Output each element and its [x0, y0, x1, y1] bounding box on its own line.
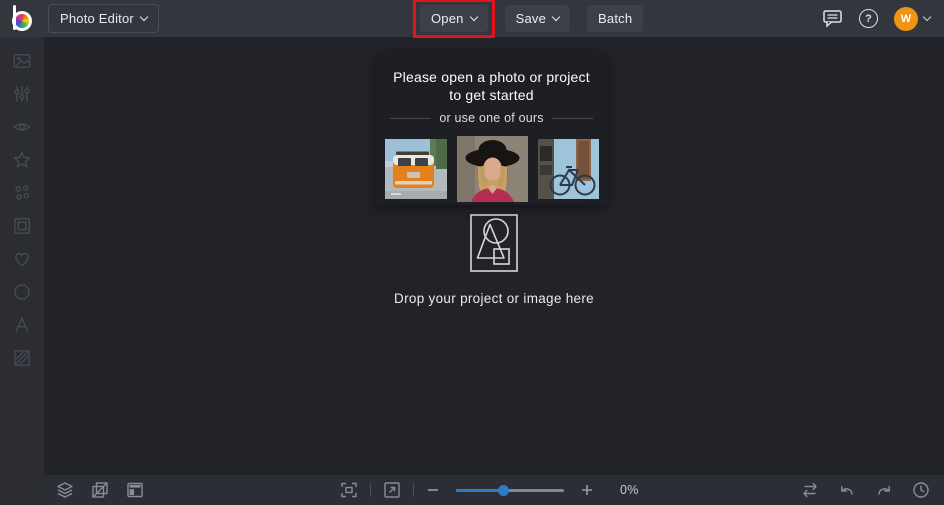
layout-template-icon[interactable]: [126, 481, 144, 499]
logo-color-wheel: [15, 14, 29, 28]
zoom-slider-thumb[interactable]: [498, 484, 510, 496]
sample-photos: [376, 136, 607, 202]
popup-divider: or use one of ours: [390, 111, 594, 125]
popup-title: Please open a photo or project to get st…: [393, 69, 590, 103]
drop-shapes-icon: [470, 214, 518, 272]
star-icon[interactable]: [12, 150, 32, 170]
get-started-popup: Please open a photo or project to get st…: [376, 47, 607, 205]
frame-icon[interactable]: [12, 216, 32, 236]
dropzone-label: Drop your project or image here: [394, 291, 594, 306]
layers-icon[interactable]: [56, 481, 74, 499]
topbar-right-actions: ? W: [822, 6, 944, 31]
save-button[interactable]: Save: [504, 5, 571, 32]
sample-photo-blue-bicycle[interactable]: [537, 139, 599, 199]
chevron-down-icon: [139, 12, 149, 22]
help-glyph: ?: [865, 12, 872, 25]
divider-line: [390, 117, 432, 119]
app-menu-label: Photo Editor: [60, 11, 134, 26]
top-toolbar: Photo Editor Open Save Batch ? W: [0, 0, 944, 38]
undo-icon[interactable]: [838, 481, 856, 499]
divider: [413, 483, 414, 497]
zoom-in-button[interactable]: [580, 483, 594, 497]
fit-to-screen-icon[interactable]: [340, 481, 358, 499]
chevron-down-icon: [469, 12, 478, 22]
topbar-center-actions: Open Save Batch: [413, 0, 644, 38]
adjust-sliders-icon[interactable]: [12, 84, 32, 104]
zoom-controls: 0%: [340, 481, 639, 499]
text-icon[interactable]: [12, 315, 32, 335]
zoom-slider-fill: [456, 489, 504, 492]
sample-photo-orange-van[interactable]: [384, 139, 447, 199]
popup-divider-label: or use one of ours: [439, 111, 544, 125]
left-tool-sidebar: [0, 37, 44, 505]
zoom-out-button[interactable]: [426, 483, 440, 497]
divider: [370, 483, 371, 497]
image-edit-icon[interactable]: [12, 51, 32, 71]
bottombar-left-tools: [44, 481, 144, 499]
chevron-down-icon: [922, 12, 932, 22]
texture-icon[interactable]: [12, 348, 32, 368]
save-button-label: Save: [515, 11, 547, 26]
avatar: W: [894, 6, 918, 31]
avatar-initial: W: [900, 12, 912, 25]
batch-button-label: Batch: [598, 11, 633, 26]
heart-icon[interactable]: [12, 249, 32, 269]
zoom-percent-label: 0%: [620, 483, 639, 497]
batch-button[interactable]: Batch: [587, 5, 644, 32]
sample-photo-portrait-woman[interactable]: [456, 136, 528, 202]
canvas-resize-icon[interactable]: [91, 481, 109, 499]
redo-icon[interactable]: [875, 481, 893, 499]
history-icon[interactable]: [912, 481, 930, 499]
chevron-down-icon: [551, 12, 561, 22]
bottom-toolbar: 0%: [44, 475, 944, 505]
compare-icon[interactable]: [801, 481, 819, 499]
bottombar-right-tools: [801, 481, 944, 499]
logo-stem: [13, 5, 16, 30]
artsy-dots-icon[interactable]: [12, 183, 32, 203]
app-menu-button[interactable]: Photo Editor: [48, 4, 159, 33]
open-button[interactable]: Open: [420, 5, 488, 32]
drop-target[interactable]: Drop your project or image here: [44, 214, 944, 306]
eye-icon[interactable]: [12, 117, 32, 137]
feedback-chat-icon[interactable]: [822, 9, 843, 28]
photo-editor-app: Photo Editor Open Save Batch ? W Drop yo…: [0, 0, 944, 505]
actual-size-icon[interactable]: [383, 481, 401, 499]
help-icon[interactable]: ?: [859, 9, 878, 28]
befunky-logo-icon[interactable]: [10, 5, 36, 32]
shape-blob-icon[interactable]: [12, 282, 32, 302]
divider-line: [551, 117, 594, 119]
account-menu[interactable]: W: [894, 6, 932, 31]
zoom-slider[interactable]: [456, 484, 564, 496]
open-button-label: Open: [431, 11, 464, 26]
